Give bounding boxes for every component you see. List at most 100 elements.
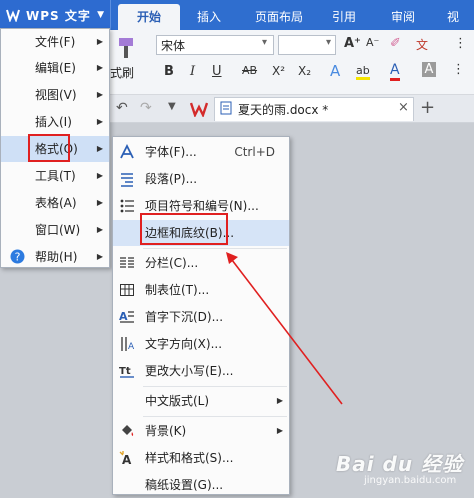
chevron-right-icon: ▶: [276, 426, 283, 435]
bold-button[interactable]: B: [164, 64, 174, 79]
menu-item-label: 窗口(W): [35, 223, 81, 237]
menu-item-edit[interactable]: 编辑(E) ▶: [1, 55, 109, 81]
menu-item-label: 稿纸设置(G)...: [145, 478, 224, 492]
new-tab-button[interactable]: +: [420, 97, 435, 118]
close-icon[interactable]: ×: [398, 100, 409, 115]
menu-item-label: 背景(K): [145, 424, 187, 438]
menu-item-label: 表格(A): [35, 196, 77, 210]
menu-item-label: 更改大小写(E)...: [145, 364, 234, 378]
text-direction-icon: A: [121, 337, 135, 352]
tab-stop-icon: [120, 284, 134, 296]
menu-item-view[interactable]: 视图(V) ▶: [1, 82, 109, 108]
chevron-down-icon[interactable]: ▼: [168, 101, 176, 112]
watermark-url: jingyan.baidu.com: [364, 475, 457, 486]
menu-item-label: 帮助(H): [35, 250, 78, 264]
menu-item-font[interactable]: 字体(F)... Ctrl+D: [113, 139, 289, 165]
font-color-button[interactable]: A: [390, 62, 400, 81]
menu-item-file[interactable]: 文件(F) ▶: [1, 29, 109, 55]
svg-text:A: A: [119, 310, 128, 323]
drop-cap-icon: A: [119, 310, 134, 323]
chevron-right-icon: ▶: [96, 117, 103, 126]
grow-font-button[interactable]: A⁺: [344, 36, 361, 51]
shortcut-label: Ctrl+D: [234, 145, 275, 159]
italic-button[interactable]: I: [190, 64, 195, 79]
chevron-right-icon: ▶: [96, 171, 103, 180]
font-a-icon: [120, 144, 134, 159]
columns-icon: [120, 257, 134, 268]
shrink-font-button[interactable]: A⁻: [366, 36, 379, 49]
chevron-down-icon[interactable]: ▾: [326, 37, 331, 48]
document-icon: [220, 101, 232, 115]
strikethrough-button[interactable]: AB: [242, 64, 257, 77]
menu-separator: [143, 386, 287, 387]
chevron-down-icon: ▼: [97, 10, 104, 20]
tab-insert[interactable]: 插入: [186, 4, 232, 30]
format-painter-icon[interactable]: [116, 36, 136, 60]
menu-item-label: 样式和格式(S)...: [145, 451, 234, 465]
wps-logo-icon: [6, 9, 20, 22]
menu-item-label: 分栏(C)...: [145, 256, 199, 270]
svg-text:?: ?: [15, 251, 21, 264]
tab-home[interactable]: 开始: [118, 4, 180, 30]
paint-bucket-icon: [122, 425, 134, 436]
menu-item-label: 制表位(T)...: [145, 283, 210, 297]
chevron-down-icon[interactable]: ▾: [262, 37, 267, 48]
highlight-button[interactable]: ab: [356, 64, 370, 80]
annotation-highlight-box: [140, 213, 228, 245]
more-icon[interactable]: ⋮: [452, 62, 465, 77]
menu-separator: [143, 248, 287, 249]
menu-item-manuscript[interactable]: 稿纸设置(G)...: [113, 472, 289, 498]
menu-item-label: 编辑(E): [35, 61, 76, 75]
menu-separator: [143, 416, 287, 417]
menu-item-background[interactable]: 背景(K) ▶: [113, 418, 289, 444]
menu-item-label: 段落(P)...: [145, 172, 198, 186]
menu-item-label: 插入(I): [35, 115, 72, 129]
tab-page-layout[interactable]: 页面布局: [246, 4, 312, 30]
svg-text:Tt: Tt: [119, 366, 131, 377]
menu-item-label: 文件(F): [35, 35, 76, 49]
tab-review[interactable]: 审阅: [380, 4, 426, 30]
menu-item-label: 首字下沉(D)...: [145, 310, 224, 324]
menu-item-tools[interactable]: 工具(T) ▶: [1, 163, 109, 189]
chevron-right-icon: ▶: [276, 396, 283, 405]
menu-item-insert[interactable]: 插入(I) ▶: [1, 109, 109, 135]
redo-icon[interactable]: ↷: [140, 100, 152, 116]
menu-item-label: 文字方向(X)...: [145, 337, 223, 351]
pinyin-button[interactable]: 文: [416, 36, 428, 53]
char-shading-button[interactable]: A: [422, 62, 436, 77]
superscript-button[interactable]: X²: [272, 64, 285, 78]
annotation-highlight-box: [28, 134, 70, 162]
chevron-right-icon: ▶: [96, 144, 103, 153]
wps-app-menu-button[interactable]: WPS 文字 ▼: [0, 0, 111, 30]
menu-item-window[interactable]: 窗口(W) ▶: [1, 217, 109, 243]
more-icon[interactable]: ⋮: [454, 36, 467, 51]
underline-button[interactable]: U: [212, 64, 222, 79]
text-effect-button[interactable]: A: [330, 62, 340, 80]
styles-icon: A: [119, 451, 132, 466]
menu-item-paragraph[interactable]: 段落(P)...: [113, 166, 289, 192]
menu-item-label: 视图(V): [35, 88, 77, 102]
menu-item-columns[interactable]: 分栏(C)...: [113, 250, 289, 276]
subscript-button[interactable]: X₂: [298, 64, 311, 78]
menu-item-text-direction[interactable]: A 文字方向(X)...: [113, 331, 289, 357]
paragraph-icon: [121, 173, 133, 187]
menu-item-chinese-layout[interactable]: 中文版式(L) ▶: [113, 388, 289, 414]
clear-format-icon[interactable]: ✐: [390, 36, 401, 51]
menu-item-tab-stops[interactable]: 制表位(T)...: [113, 277, 289, 303]
bullet-list-icon: [120, 199, 134, 213]
menu-item-styles[interactable]: A 样式和格式(S)...: [113, 445, 289, 471]
format-painter-label[interactable]: 式刷: [110, 64, 134, 81]
menu-item-drop-cap[interactable]: A 首字下沉(D)...: [113, 304, 289, 330]
menu-item-table[interactable]: 表格(A) ▶: [1, 190, 109, 216]
menu-item-label: 字体(F)...: [145, 145, 197, 159]
tab-view[interactable]: 视: [438, 4, 468, 30]
tab-references[interactable]: 引用: [322, 4, 366, 30]
font-name-select[interactable]: 宋体: [156, 35, 274, 55]
menu-item-change-case[interactable]: Tt 更改大小写(E)...: [113, 358, 289, 384]
wps-logo-icon[interactable]: [190, 101, 208, 117]
menu-item-label: 中文版式(L): [145, 394, 210, 408]
change-case-icon: Tt: [119, 366, 134, 378]
undo-icon[interactable]: ↶: [116, 100, 128, 116]
chevron-right-icon: ▶: [96, 198, 103, 207]
menu-item-help[interactable]: ? 帮助(H) ▶: [1, 244, 109, 270]
